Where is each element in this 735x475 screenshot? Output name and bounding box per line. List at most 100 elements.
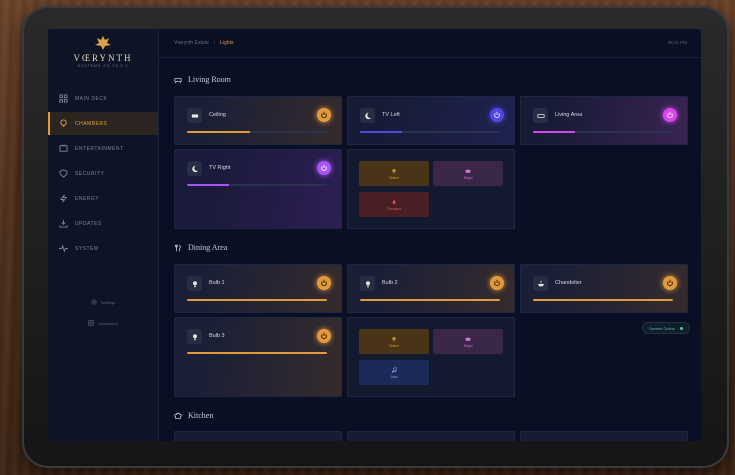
brightness-slider[interactable] (187, 352, 327, 354)
sidebar-item-energy[interactable]: ENERGY (48, 187, 158, 210)
brightness-fill (187, 184, 229, 186)
sidebar-item-system[interactable]: SYSTEM (48, 237, 158, 260)
breadcrumb-root[interactable]: Vœrynth Estate (174, 40, 209, 46)
top-bar: Vœrynth Estate / Lights 05:41 PM (158, 29, 701, 58)
tokyo-icon (465, 337, 471, 341)
clock: 05:41 PM (667, 40, 687, 45)
brightness-slider[interactable] (360, 299, 500, 301)
tv-icon (59, 144, 68, 152)
download-icon (59, 219, 68, 228)
scene-tokyo-button[interactable]: Tokyo (433, 161, 503, 186)
sidebar-item-label: MAIN DECK (75, 95, 108, 102)
light-card-kitchen-1[interactable] (174, 431, 342, 441)
brightness-slider[interactable] (187, 131, 327, 133)
light-card-tv-left[interactable]: TV Left (347, 96, 515, 145)
power-toggle-button[interactable] (317, 108, 331, 122)
bulb-icon (187, 329, 202, 344)
brightness-slider[interactable] (533, 131, 673, 133)
flame-icon (392, 199, 396, 204)
system-status-badge: System Online (642, 322, 691, 334)
power-toggle-button[interactable] (663, 108, 677, 122)
light-card-bulb-1[interactable]: Bulb 1 (174, 264, 342, 313)
light-card-tv-right[interactable]: TV Right (174, 149, 342, 229)
power-icon (667, 111, 673, 118)
lamp-icon (392, 336, 396, 341)
settings-link[interactable]: Settings (48, 299, 158, 305)
brightness-slider[interactable] (187, 299, 327, 301)
settings-label: Settings (100, 299, 116, 305)
breadcrumb-current: Lights (220, 40, 234, 46)
lamp-icon (392, 168, 396, 173)
sidebar-item-security[interactable]: SECURITY (48, 162, 158, 185)
power-icon (321, 111, 327, 118)
light-card-bulb-2[interactable]: Bulb 2 (347, 264, 515, 313)
scene-label: Tokyo (463, 343, 473, 348)
shield-icon (59, 169, 68, 178)
chef-hat-icon (174, 412, 182, 419)
music-note-icon (391, 366, 397, 373)
sidebar-item-main-deck[interactable]: MAIN DECK (48, 87, 158, 110)
scene-fireplace-button[interactable]: Fireplace (359, 192, 429, 217)
light-name: Bulb 3 (209, 333, 225, 339)
scene-warm-button[interactable]: Warm (359, 161, 429, 186)
power-toggle-button[interactable] (317, 329, 331, 343)
scene-label: Jazz (390, 374, 398, 379)
sidebar-nav: MAIN DECK CHAMBERS ENTERTAINMENT SECURIT… (48, 87, 158, 262)
brightness-slider[interactable] (360, 131, 500, 133)
power-toggle-button[interactable] (490, 108, 504, 122)
sidebar-item-label: ENTERTAINMENT (75, 145, 124, 152)
light-card-kitchen-2[interactable] (347, 431, 515, 441)
brightness-fill (187, 131, 250, 133)
status-dot-icon (680, 326, 684, 330)
brightness-slider[interactable] (533, 299, 673, 301)
tokyo-icon (465, 169, 471, 173)
power-toggle-button[interactable] (663, 276, 677, 290)
power-toggle-button[interactable] (317, 161, 331, 175)
bulb-icon (187, 276, 202, 291)
dashboard-link[interactable]: Dashboard (48, 320, 158, 326)
pulse-icon (59, 244, 68, 253)
sofa-icon (533, 108, 548, 123)
sidebar-item-label: SECURITY (75, 170, 105, 177)
power-icon (321, 279, 327, 286)
section-title-kitchen: Kitchen (174, 411, 213, 420)
brightness-slider[interactable] (187, 184, 327, 186)
power-icon (667, 279, 673, 286)
light-name: TV Right (209, 165, 231, 171)
light-name: Ceiling (209, 112, 226, 118)
scene-label: Warm (389, 343, 399, 348)
section-title-dining-area: Dining Area (174, 243, 227, 252)
power-icon (494, 111, 500, 118)
sidebar-item-label: UPDATES (75, 220, 102, 227)
scene-warm-button[interactable]: Warm (359, 329, 429, 354)
power-toggle-button[interactable] (317, 276, 331, 290)
scene-tokyo-button[interactable]: Tokyo (433, 329, 503, 354)
sidebar-item-chambers[interactable]: CHAMBERS (48, 112, 158, 135)
sidebar-item-label: CHAMBERS (75, 120, 108, 127)
scene-jazz-button[interactable]: Jazz (359, 360, 429, 385)
moon-icon (360, 108, 375, 123)
light-name: TV Left (382, 112, 400, 118)
scene-label: Fireplace (386, 206, 402, 211)
sidebar-item-updates[interactable]: UPDATES (48, 212, 158, 235)
brightness-fill (533, 131, 575, 133)
light-card-living-area[interactable]: Living Area (520, 96, 688, 145)
dashboard-label: Dashboard (98, 320, 118, 326)
sofa-icon (174, 77, 182, 83)
brightness-fill (187, 352, 327, 354)
light-card-chandelier[interactable]: Chandelier (520, 264, 688, 313)
moon-icon (187, 161, 202, 176)
brightness-fill (187, 299, 327, 301)
brightness-fill (360, 131, 402, 133)
light-card-ceiling[interactable]: Ceiling (174, 96, 342, 145)
sidebar: VŒRYNTH SYSTEMS OS V5.0.1 MAIN DECK CHAM… (48, 29, 159, 441)
power-toggle-button[interactable] (490, 276, 504, 290)
status-label: System Online (649, 325, 676, 331)
sidebar-item-entertainment[interactable]: ENTERTAINMENT (48, 137, 158, 160)
section-title-text: Kitchen (188, 411, 214, 420)
light-card-kitchen-3[interactable] (520, 431, 688, 441)
light-card-bulb-3[interactable]: Bulb 3 (174, 317, 342, 397)
cutlery-icon (175, 244, 181, 251)
tablet-screen: VŒRYNTH SYSTEMS OS V5.0.1 MAIN DECK CHAM… (48, 29, 701, 441)
crown-griffin-icon (95, 36, 111, 50)
